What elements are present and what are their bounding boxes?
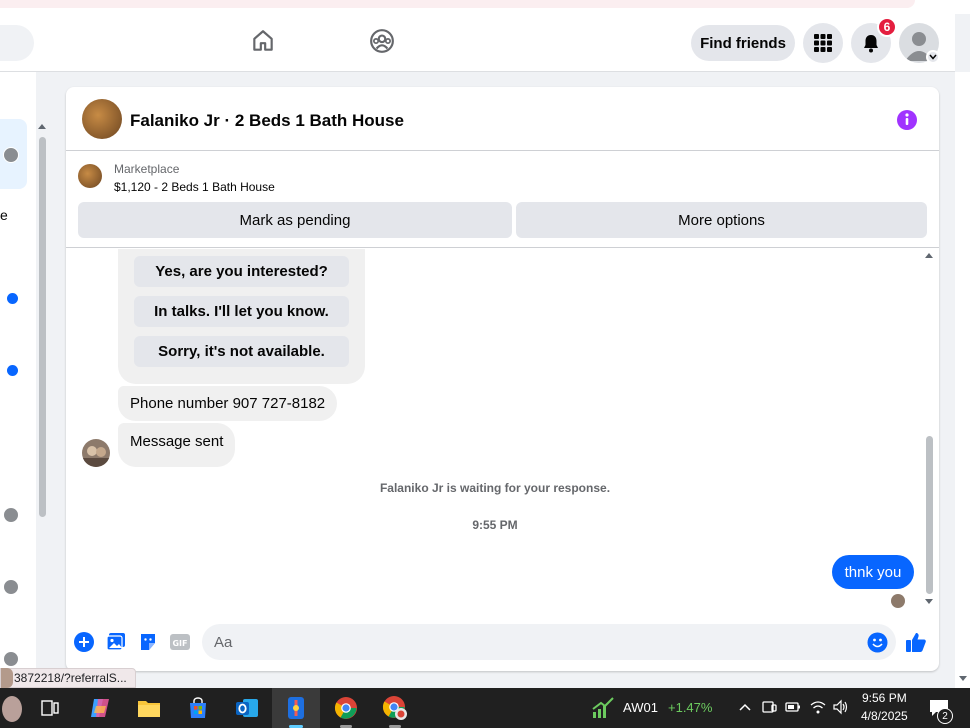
battery-icon[interactable] <box>785 699 801 715</box>
seen-avatar <box>891 594 905 608</box>
message-timestamp: 9:55 PM <box>472 518 518 532</box>
message-thread: Yes, are you interested? In talks. I'll … <box>66 249 939 614</box>
listing-thumbnail[interactable] <box>78 164 102 188</box>
message-bubble-incoming: Message sent <box>118 423 236 467</box>
volume-icon[interactable] <box>832 699 848 715</box>
like-icon[interactable] <box>905 631 927 653</box>
photo-icon[interactable] <box>105 631 127 653</box>
search-box[interactable] <box>0 25 34 61</box>
chevron-down-icon[interactable] <box>926 50 940 64</box>
marketplace-label: Marketplace <box>114 162 180 176</box>
browser-tab-strip <box>0 0 915 8</box>
more-options-button[interactable]: More options <box>516 202 927 238</box>
avatar <box>3 507 19 523</box>
gif-icon[interactable]: GIF <box>169 631 191 653</box>
chrome-profile-icon[interactable] <box>371 688 419 728</box>
avatar <box>3 651 19 667</box>
scroll-down-icon[interactable] <box>925 599 933 604</box>
message-bubble-outgoing: thnk you <box>832 555 914 589</box>
scroll-up-icon[interactable] <box>925 253 933 258</box>
chat-list-text: e <box>0 207 8 223</box>
sticker-icon[interactable] <box>137 631 159 653</box>
listing-title[interactable]: $1,120 - 2 Beds 1 Bath House <box>114 180 275 194</box>
status-url-text: 3872218/?referralS... <box>14 671 127 685</box>
notification-badge: 6 <box>877 17 897 37</box>
chrome-icon[interactable] <box>322 688 370 728</box>
unread-dot-icon <box>7 293 18 304</box>
top-navbar: Find friends 6 <box>0 14 955 72</box>
avatar <box>1 668 13 688</box>
quick-reply-button[interactable]: Sorry, it's not available. <box>134 336 349 367</box>
chat-title[interactable]: Falaniko Jr · 2 Beds 1 Bath House <box>130 111 404 131</box>
teams-icon[interactable] <box>761 699 777 715</box>
browser-top-strip <box>0 0 970 14</box>
stock-name[interactable]: AW01 <box>623 700 658 715</box>
message-text: Message sent <box>130 433 224 450</box>
mark-as-pending-button[interactable]: Mark as pending <box>78 202 512 238</box>
sender-avatar[interactable] <box>82 439 110 467</box>
microsoft-store-icon[interactable] <box>174 688 222 728</box>
page-scrollbar[interactable] <box>955 72 970 688</box>
marketplace-panel: Marketplace $1,120 - 2 Beds 1 Bath House… <box>66 152 939 248</box>
file-explorer-icon[interactable] <box>125 688 173 728</box>
wifi-icon[interactable] <box>810 699 826 715</box>
chat-list-scroll-thumb[interactable] <box>39 137 46 517</box>
info-icon[interactable] <box>896 109 918 131</box>
avatar <box>3 579 19 595</box>
task-view-icon[interactable] <box>26 688 74 728</box>
svg-text:GIF: GIF <box>172 639 187 648</box>
quick-reply-button[interactable]: Yes, are you interested? <box>134 256 349 287</box>
menu-grid-icon[interactable] <box>803 23 843 63</box>
message-text: thnk you <box>844 563 902 581</box>
unread-dot-icon <box>7 365 18 376</box>
listing-avatar[interactable] <box>82 99 122 139</box>
chat-list-panel: e <box>0 72 36 668</box>
thread-scroll-thumb[interactable] <box>926 436 933 594</box>
outlook-icon[interactable] <box>223 688 271 728</box>
emoji-icon[interactable] <box>866 631 888 653</box>
status-url-bar: 3872218/?referralS... <box>0 668 136 688</box>
home-icon[interactable] <box>248 26 278 56</box>
scroll-down-icon[interactable] <box>959 676 967 681</box>
message-composer: GIF <box>66 617 939 665</box>
message-input[interactable] <box>202 624 896 660</box>
notification-count-badge: 2 <box>937 708 953 724</box>
waiting-status-text: Falaniko Jr is waiting for your response… <box>379 481 611 495</box>
stock-change[interactable]: +1.47% <box>668 700 712 715</box>
windows-taskbar: AW01 +1.47% 9:56 PM 4/8/2025 2 <box>0 688 970 728</box>
chevron-up-icon[interactable] <box>737 699 753 715</box>
groups-icon[interactable] <box>367 26 397 56</box>
copilot-icon[interactable] <box>76 688 124 728</box>
message-bubble-incoming: Phone number 907 727-8182 <box>118 386 338 421</box>
remote-app-icon[interactable] <box>272 688 320 728</box>
clock-time[interactable]: 9:56 PM <box>862 691 907 705</box>
chat-header: Falaniko Jr · 2 Beds 1 Bath House <box>66 87 939 151</box>
quick-reply-button[interactable]: In talks. I'll let you know. <box>134 296 349 327</box>
message-text: Phone number 907 727-8182 <box>130 395 326 412</box>
stock-chart-icon[interactable] <box>591 696 615 720</box>
scroll-up-icon[interactable] <box>38 124 46 129</box>
plus-icon[interactable] <box>73 631 95 653</box>
avatar <box>3 147 19 163</box>
chat-window: Falaniko Jr · 2 Beds 1 Bath House Market… <box>66 87 939 671</box>
find-friends-button[interactable]: Find friends <box>691 25 795 61</box>
clock-date[interactable]: 4/8/2025 <box>861 709 908 723</box>
